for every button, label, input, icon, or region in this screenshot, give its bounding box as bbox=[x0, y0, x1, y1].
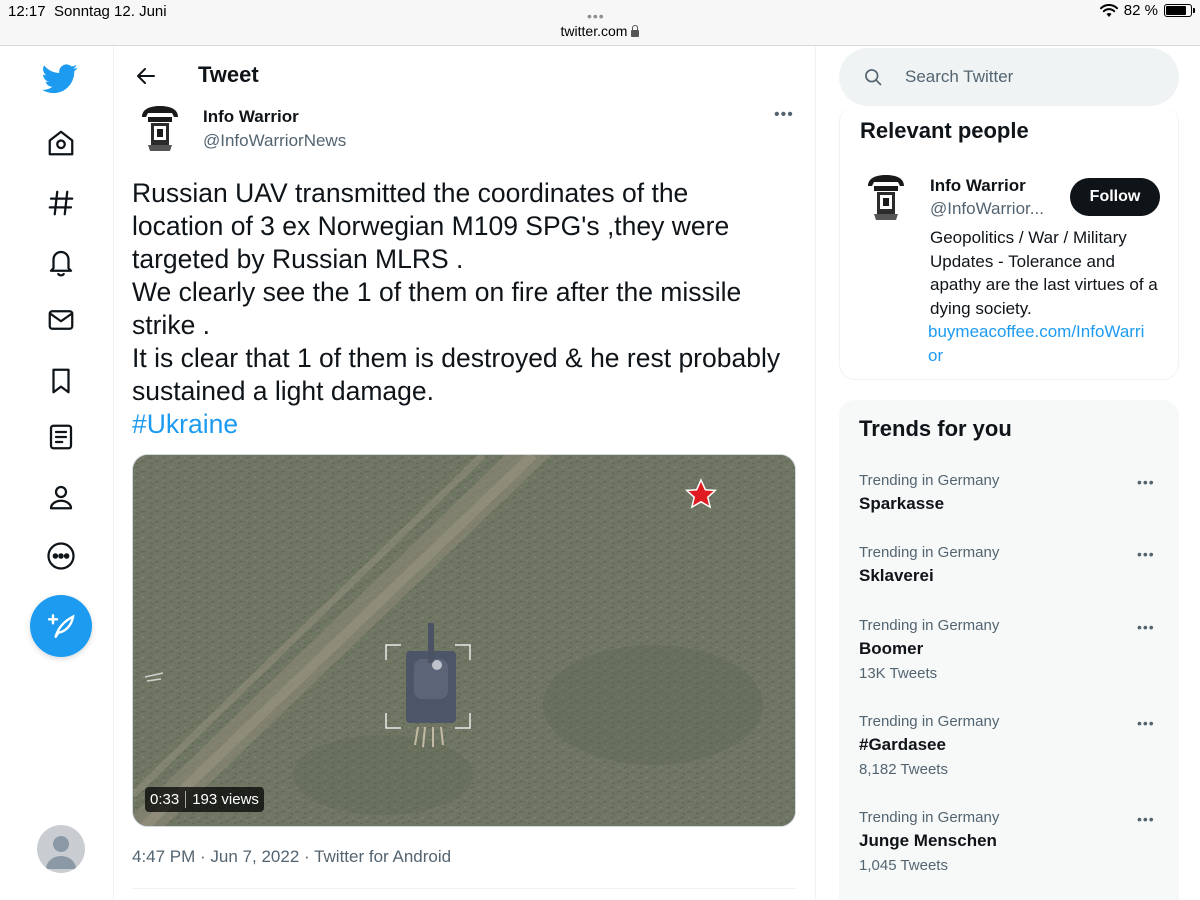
info-warrior-logo-icon bbox=[860, 172, 912, 224]
twitter-logo-icon[interactable] bbox=[41, 60, 79, 98]
hashtag-link[interactable]: #Ukraine bbox=[132, 408, 802, 441]
info-warrior-logo-icon bbox=[134, 103, 186, 155]
tweet-more-icon[interactable]: ••• bbox=[774, 106, 794, 124]
sidebar-nav bbox=[0, 46, 114, 900]
divider bbox=[132, 888, 796, 889]
video-frame bbox=[133, 455, 795, 826]
default-avatar-icon bbox=[46, 836, 76, 869]
tweet-timestamp[interactable]: 4:47 PM · Jun 7, 2022 · Twitter for Andr… bbox=[132, 847, 451, 867]
relevant-person-handle[interactable]: @InfoWarrior... bbox=[930, 199, 1044, 219]
author-handle[interactable]: @InfoWarriorNews bbox=[203, 131, 346, 151]
relevant-person-bio: Geopolitics / War / Military Updates - T… bbox=[930, 228, 1158, 318]
status-date: Sonntag 12. Juni bbox=[54, 3, 167, 20]
trend-name: #Gardasee bbox=[859, 735, 946, 754]
battery-icon bbox=[1164, 4, 1195, 17]
tweet-text-line: We clearly see the 1 of them on fire aft… bbox=[132, 277, 742, 307]
nav-messages-icon[interactable] bbox=[42, 301, 80, 339]
relevant-person-avatar[interactable] bbox=[860, 172, 912, 224]
compose-feather-icon bbox=[47, 614, 75, 638]
author-name[interactable]: Info Warrior bbox=[203, 107, 299, 127]
trend-context: Trending in Germany bbox=[859, 809, 1000, 826]
page-title: Tweet bbox=[198, 62, 259, 87]
search-bar[interactable] bbox=[839, 48, 1179, 106]
wifi-icon bbox=[1099, 3, 1118, 17]
nav-explore-icon[interactable] bbox=[42, 184, 80, 222]
trend-count: 1,045 Tweets bbox=[859, 857, 948, 874]
multitask-dots-icon[interactable]: ••• bbox=[587, 8, 605, 24]
compose-tweet-button[interactable] bbox=[30, 595, 92, 657]
trend-name: Boomer bbox=[859, 639, 924, 658]
battery-percent: 82 % bbox=[1123, 2, 1158, 19]
relevant-person-name[interactable]: Info Warrior bbox=[930, 176, 1026, 196]
trend-name: Sklaverei bbox=[859, 566, 934, 585]
nav-lists-icon[interactable] bbox=[42, 418, 80, 456]
nav-home-icon[interactable] bbox=[42, 124, 80, 162]
nav-notifications-icon[interactable] bbox=[42, 243, 80, 281]
video-duration: 0:33 bbox=[150, 791, 180, 808]
tweet-video[interactable]: 0:33 193 views bbox=[132, 454, 796, 827]
tweet-text-line: It is clear that 1 of them is destroyed … bbox=[132, 343, 781, 373]
trends-title: Trends for you bbox=[859, 416, 1012, 441]
video-views: 193 views bbox=[192, 791, 259, 808]
url-text: twitter.com bbox=[560, 23, 628, 39]
relevant-people-title: Relevant people bbox=[860, 118, 1029, 143]
trend-context: Trending in Germany bbox=[859, 472, 1000, 489]
search-icon bbox=[865, 69, 882, 86]
address-bar[interactable]: twitter.com bbox=[0, 23, 1200, 39]
badge-divider bbox=[185, 791, 187, 808]
tweet-text: Russian UAV transmitted the coordinates … bbox=[132, 177, 802, 441]
trend-count: 13K Tweets bbox=[859, 665, 938, 682]
nav-bookmarks-icon[interactable] bbox=[42, 362, 80, 400]
relevant-people-card: Relevant people Info Warrior @InfoWarrio… bbox=[839, 106, 1179, 380]
trend-name: Junge Menschen bbox=[859, 831, 997, 850]
trend-more-icon[interactable]: ••• bbox=[1137, 715, 1155, 731]
trend-name: Sparkasse bbox=[859, 494, 945, 513]
account-avatar[interactable] bbox=[37, 825, 85, 873]
lock-icon bbox=[631, 25, 640, 37]
status-time: 12:17 bbox=[8, 3, 46, 20]
bio-link-line: or bbox=[928, 345, 944, 365]
bio-link-line: buymeacoffee.com/InfoWarri bbox=[928, 322, 1145, 341]
trends-card: Trends for you Trending in Germany Spark… bbox=[839, 400, 1179, 900]
tweet-text-line: Russian UAV transmitted the coordinates … bbox=[132, 178, 689, 208]
search-input[interactable] bbox=[905, 48, 1165, 106]
author-avatar[interactable] bbox=[134, 103, 186, 155]
tweet-text-line: location of 3 ex Norwegian M109 SPG's ,t… bbox=[132, 211, 730, 241]
trend-context: Trending in Germany bbox=[859, 713, 1000, 730]
tweet-text-line: strike . bbox=[132, 310, 211, 340]
trend-more-icon[interactable]: ••• bbox=[1137, 546, 1155, 562]
battery-fill bbox=[1166, 6, 1186, 15]
follow-button[interactable]: Follow bbox=[1070, 178, 1160, 216]
trend-context: Trending in Germany bbox=[859, 544, 1000, 561]
bio-link[interactable]: buymeacoffee.com/InfoWarri or bbox=[928, 320, 1168, 367]
trend-context: Trending in Germany bbox=[859, 617, 1000, 634]
nav-more-icon[interactable] bbox=[42, 537, 80, 575]
trend-count: 8,182 Tweets bbox=[859, 761, 948, 778]
trend-more-icon[interactable]: ••• bbox=[1137, 619, 1155, 635]
tweet-text-line: sustained a light damage. bbox=[132, 376, 435, 406]
trend-more-icon[interactable]: ••• bbox=[1137, 474, 1155, 490]
status-indicators: 82 % bbox=[1099, 2, 1195, 19]
video-info-badge: 0:33 193 views bbox=[145, 787, 264, 812]
trend-more-icon[interactable]: ••• bbox=[1137, 811, 1155, 827]
status-bar: 12:17 Sonntag 12. Juni ••• twitter.com 8… bbox=[0, 0, 1200, 46]
nav-profile-icon[interactable] bbox=[42, 478, 80, 516]
back-arrow-icon[interactable] bbox=[134, 64, 158, 88]
tweet-detail-column: Tweet Info Warrior @InfoWarriorNews ••• … bbox=[114, 46, 816, 900]
tweet-text-line: targeted by Russian MLRS . bbox=[132, 244, 464, 274]
